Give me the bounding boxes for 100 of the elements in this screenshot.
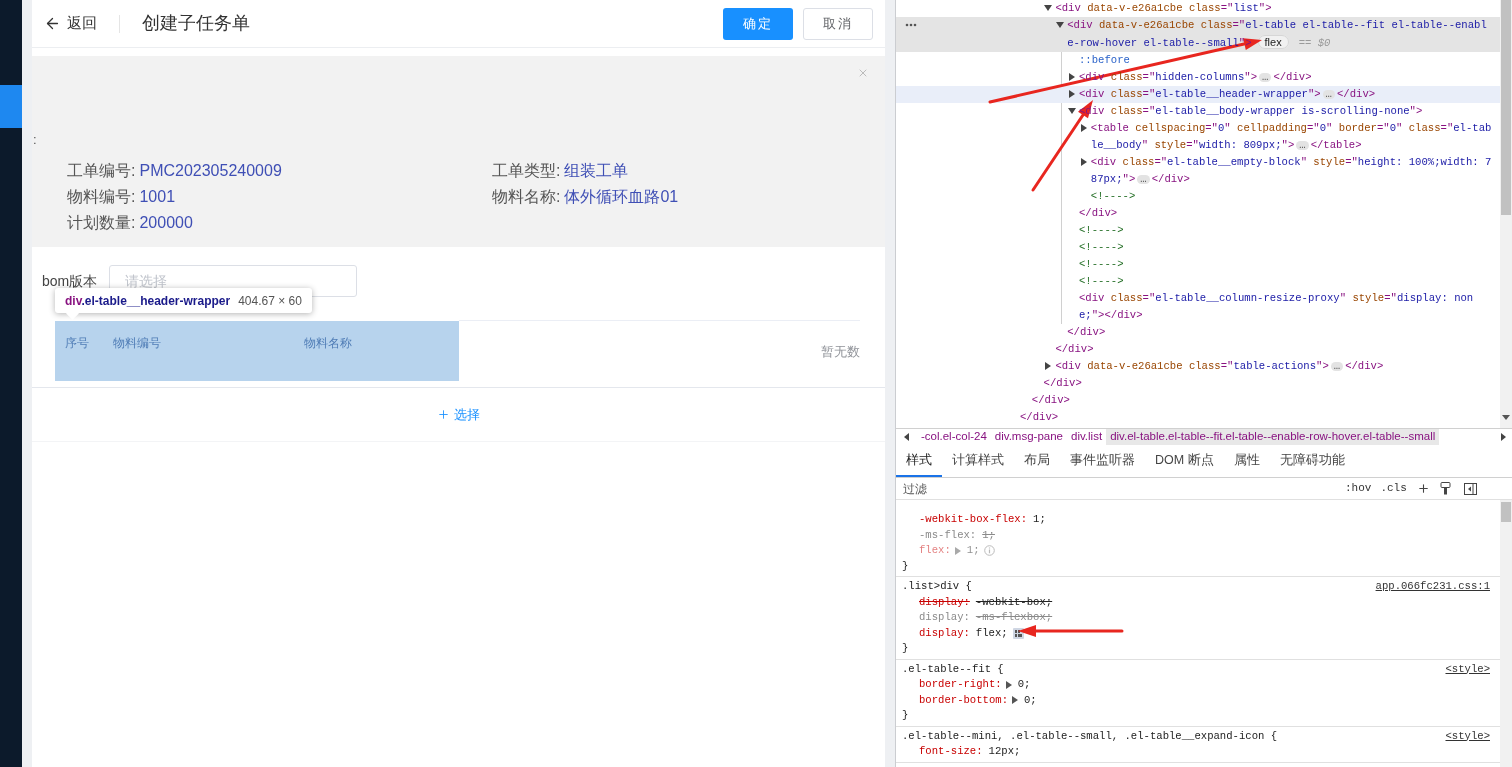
- dom-tree-row[interactable]: <div data-v-e26a1cbe class="table-actions"> … </div>: [896, 358, 1500, 375]
- bom-version-label: bom版本: [42, 271, 99, 291]
- ellipsis-button[interactable]: …: [1322, 89, 1335, 99]
- colon-mark: :: [33, 132, 38, 148]
- dom-tree-row[interactable]: </div>: [896, 392, 1500, 409]
- flexbox-editor-icon[interactable]: [1012, 627, 1024, 639]
- css-property-value[interactable]: -webkit-box;: [975, 594, 1053, 610]
- field-value: 200000: [139, 213, 193, 233]
- ellipsis-button[interactable]: …: [1296, 140, 1309, 150]
- paint-brush-icon[interactable]: [1439, 482, 1451, 495]
- css-property-value[interactable]: flex;: [975, 625, 1008, 641]
- scroll-right-icon[interactable]: [1501, 433, 1506, 441]
- devtools-tab[interactable]: 无障碍功能: [1269, 445, 1355, 477]
- dom-tree-row[interactable]: </div>: [896, 375, 1500, 392]
- breadcrumb-item[interactable]: -col.el-col-24: [917, 429, 991, 445]
- dom-tree-row[interactable]: <div class="el-table__header-wrapper"> … </div>: [896, 86, 1500, 103]
- dom-tree-row[interactable]: <div class="el-table__column-resize-proxy" style="display: none;"></div>: [896, 290, 1500, 324]
- disclosure-triangle-icon[interactable]: [1068, 90, 1076, 98]
- dom-tree-row[interactable]: </div>: [896, 324, 1500, 341]
- css-property-name[interactable]: border-bottom:: [919, 692, 1008, 708]
- scroll-down-icon[interactable]: [1502, 415, 1510, 420]
- field-value: 体外循环血路01: [564, 187, 679, 207]
- css-source-link[interactable]: app.066fc231.css:1: [1375, 579, 1490, 595]
- css-selector[interactable]: .el-table--mini, .el-table--small, .el-table__expand-icon {: [902, 728, 1278, 744]
- plus-icon: [437, 408, 450, 421]
- ellipsis-button[interactable]: …: [1137, 174, 1150, 184]
- dom-tree-row[interactable]: <!---->: [896, 256, 1500, 273]
- css-source-link[interactable]: <style>: [1445, 661, 1490, 677]
- selected-node-hint: == $0: [1298, 37, 1331, 49]
- field-value: PMC202305240009: [139, 161, 282, 181]
- field-value: 1001: [139, 187, 176, 207]
- sidebar-toggle-icon[interactable]: [1463, 482, 1477, 495]
- expand-triangle-icon[interactable]: [1005, 680, 1012, 689]
- devtools-tab[interactable]: 事件监听器: [1060, 445, 1145, 477]
- field-label: 物料名称:: [492, 187, 561, 207]
- breadcrumb-item[interactable]: div.msg-pane: [990, 429, 1067, 445]
- styles-scrollbar[interactable]: [1500, 500, 1512, 767]
- dom-tree-row[interactable]: <div class="el-table__empty-block" style="height: 100%;width: 787px;"> … </div>: [896, 154, 1500, 188]
- field-label: 计划数量:: [67, 213, 136, 233]
- css-property-value[interactable]: 0;: [1024, 692, 1037, 708]
- disclosure-triangle-icon[interactable]: [1044, 362, 1053, 370]
- scroll-left-icon[interactable]: [904, 433, 909, 441]
- rule-closing-brace: }: [902, 709, 909, 721]
- devtools-tab[interactable]: DOM 断点: [1145, 445, 1224, 477]
- rule-closing-brace: }: [902, 642, 909, 654]
- css-property-name[interactable]: display:: [919, 625, 970, 641]
- css-property-value[interactable]: 1;: [1033, 512, 1046, 528]
- dom-tree-row[interactable]: </div>: [896, 409, 1500, 426]
- flex-badge[interactable]: flex: [1257, 35, 1289, 49]
- disclosure-triangle-icon[interactable]: [1079, 124, 1088, 132]
- new-rule-icon[interactable]: [1416, 482, 1430, 495]
- dom-tree-row[interactable]: <div data-v-e26a1cbe class="el-table el-table--fit el-table--enable-row-hover el-table--small"> flex == $0: [896, 17, 1500, 52]
- css-property-name[interactable]: -webkit-box-flex:: [919, 512, 1028, 528]
- devtools-tab[interactable]: 计算样式: [942, 445, 1014, 477]
- scrollbar[interactable]: [1500, 0, 1512, 428]
- field-value: 组装工单: [564, 161, 629, 181]
- more-icon[interactable]: [905, 23, 917, 27]
- dom-tree-row[interactable]: </div>: [896, 205, 1500, 222]
- css-property-name[interactable]: -ms-flex:: [919, 527, 977, 543]
- toolbar-toggle[interactable]: :hov: [1345, 480, 1372, 497]
- css-property-value[interactable]: 12px;: [988, 744, 1021, 760]
- disclosure-triangle-icon[interactable]: [1056, 21, 1065, 29]
- css-property-name[interactable]: font-size:: [919, 744, 983, 760]
- disclosure-triangle-icon[interactable]: [1068, 73, 1076, 81]
- dom-tree-row[interactable]: <div data-v-e26a1cbe class="list">: [896, 0, 1500, 17]
- expand-triangle-icon[interactable]: [1012, 696, 1018, 705]
- css-property-value[interactable]: -ms-flexbox;: [975, 610, 1053, 626]
- ellipsis-button[interactable]: …: [1330, 361, 1344, 371]
- dom-tree-row[interactable]: ::before: [896, 52, 1500, 69]
- breadcrumb-item[interactable]: div.el-table.el-table--fit.el-table--enable-row-hover.el-table--small: [1106, 429, 1440, 445]
- css-selector[interactable]: .el-table--fit {: [902, 661, 1004, 677]
- page-title: 创建子任务单: [142, 12, 250, 35]
- back-button[interactable]: 返回: [44, 12, 97, 35]
- cancel-button[interactable]: 取消: [803, 7, 873, 40]
- disclosure-triangle-icon[interactable]: [1079, 158, 1088, 166]
- css-property-value[interactable]: 1;: [982, 527, 995, 543]
- dom-tree-row[interactable]: </div>: [896, 341, 1500, 358]
- disclosure-triangle-icon[interactable]: [1068, 107, 1076, 115]
- toolbar-toggle[interactable]: .cls: [1380, 480, 1407, 497]
- devtools-tab[interactable]: 属性: [1223, 445, 1270, 477]
- css-property-name[interactable]: border-right:: [919, 677, 1002, 693]
- css-property-value[interactable]: 0;: [1017, 677, 1031, 693]
- dom-tree-row[interactable]: <!---->: [896, 273, 1500, 290]
- css-property-name[interactable]: display:: [919, 610, 970, 626]
- devtools-tab[interactable]: 样式: [896, 445, 942, 477]
- css-property-name[interactable]: display:: [919, 594, 970, 610]
- column-header: 物料编号: [113, 335, 162, 352]
- dom-tree-row[interactable]: <!---->: [896, 188, 1500, 205]
- devtools-tab[interactable]: 布局: [1014, 445, 1060, 477]
- dom-tree-row[interactable]: <!---->: [896, 239, 1500, 256]
- dom-tree-row[interactable]: <!---->: [896, 222, 1500, 239]
- ellipsis-button[interactable]: …: [1259, 72, 1272, 82]
- disclosure-triangle-icon[interactable]: [1044, 4, 1053, 12]
- bom-version-select[interactable]: 请选择: [109, 265, 357, 297]
- breadcrumb-item[interactable]: div.list: [1067, 429, 1107, 445]
- css-selector[interactable]: .list>div {: [902, 579, 972, 595]
- field-label: 物料编号:: [67, 187, 136, 207]
- field-label: 工单编号:: [67, 161, 136, 181]
- dom-tree-row[interactable]: <table cellspacing="0" cellpadding="0" border="0" class="el-table__body" style="width: 809px;"> … </table>: [896, 120, 1500, 154]
- css-source-link[interactable]: <style>: [1445, 728, 1490, 744]
